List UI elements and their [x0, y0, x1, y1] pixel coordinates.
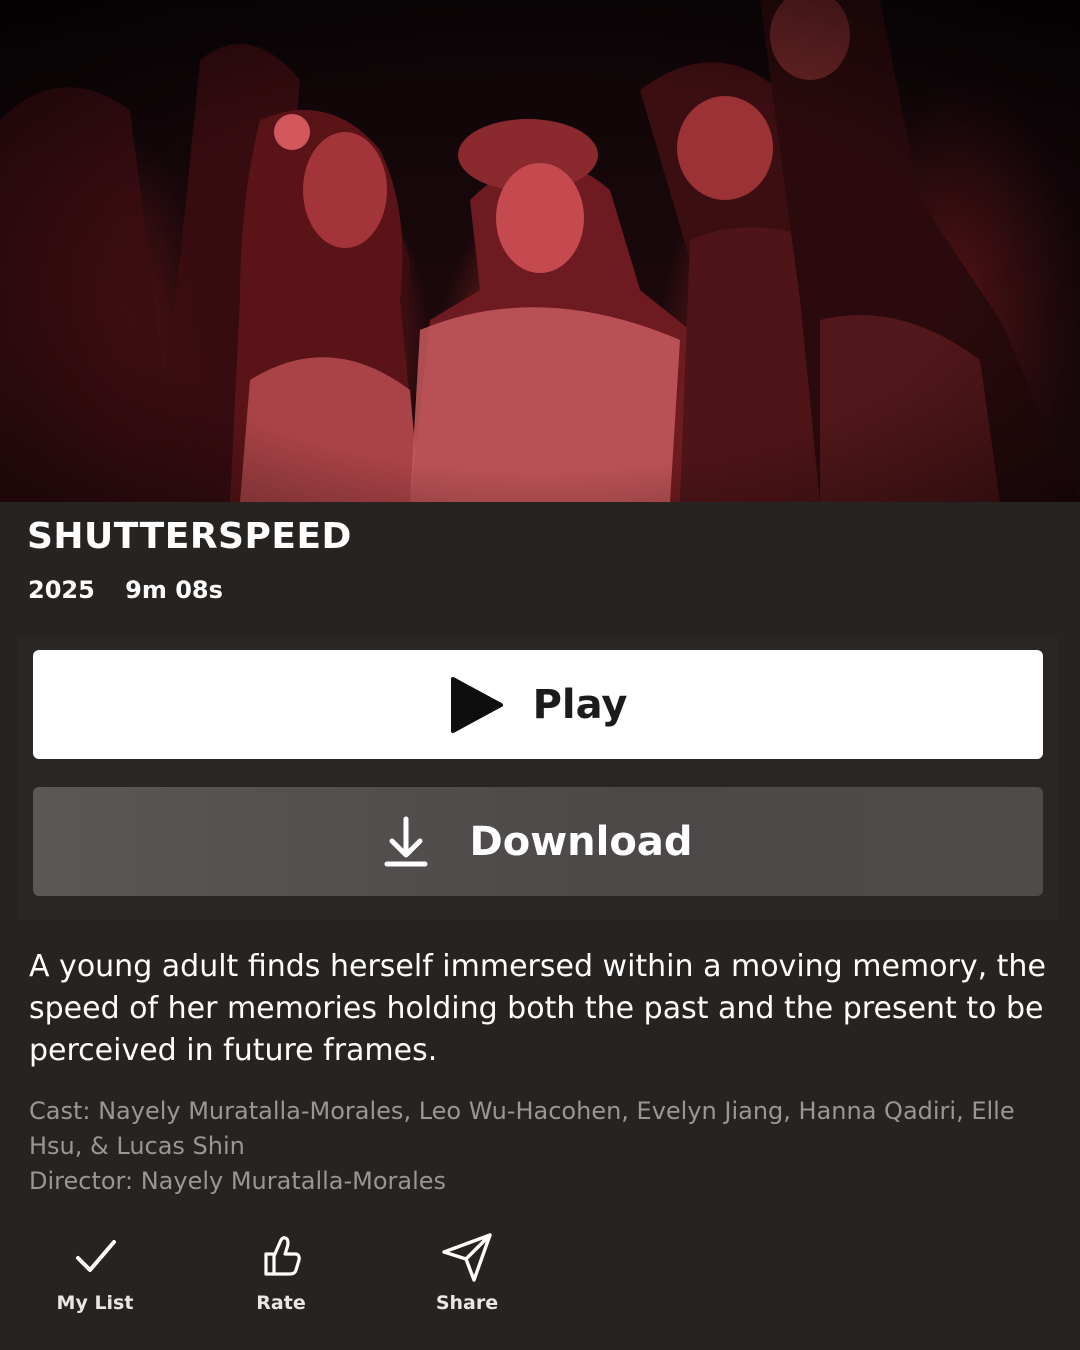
synopsis: A young adult finds herself immersed wit… [29, 949, 1046, 1068]
play-icon [450, 676, 503, 733]
secondary-actions: My List Rate Share [0, 1230, 600, 1330]
credits: Cast: Nayely Muratalla-Morales, Leo Wu-H… [29, 1094, 1049, 1199]
share-label: Share [435, 1292, 499, 1314]
release-year: 2025 [28, 576, 95, 604]
download-button[interactable]: Download [33, 787, 1043, 896]
checkmark-icon [76, 1240, 116, 1272]
my-list-button[interactable]: My List [25, 1230, 165, 1314]
director-credit: Director: Nayely Muratalla-Morales [29, 1167, 447, 1195]
download-button-label: Download [469, 818, 693, 865]
play-button[interactable]: Play [33, 650, 1043, 759]
rate-label: Rate [256, 1292, 306, 1314]
title-meta: 2025 9m 08s [28, 576, 245, 604]
page-title: SHUTTERSPEED [27, 516, 352, 557]
cast-list: Cast: Nayely Muratalla-Morales, Leo Wu-H… [29, 1097, 1015, 1160]
runtime: 9m 08s [125, 576, 223, 604]
thumbs-up-icon [264, 1236, 301, 1276]
my-list-label: My List [56, 1292, 134, 1314]
hero-figures-illustration [0, 0, 1080, 502]
send-icon [442, 1233, 492, 1282]
share-button[interactable]: Share [397, 1230, 537, 1314]
download-icon [384, 816, 428, 866]
play-button-label: Play [532, 681, 628, 728]
title-detail-page: SHUTTERSPEED 2025 9m 08s Play Download A… [0, 0, 1080, 1350]
hero-image [0, 0, 1080, 502]
rate-button[interactable]: Rate [211, 1230, 351, 1314]
